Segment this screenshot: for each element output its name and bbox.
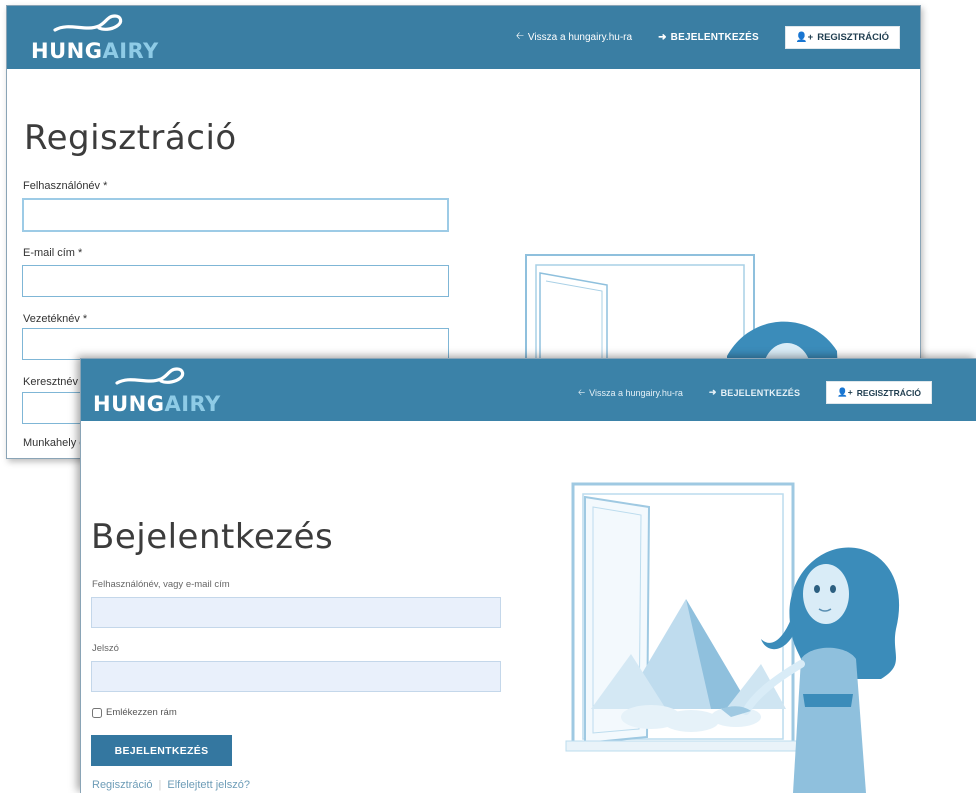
top-nav: 🡠 Vissza a hungairy.hu-ra ➜ BEJELENTKEZÉ… [578, 381, 932, 404]
logo-swoosh-icon [115, 367, 185, 385]
register-nav-button[interactable]: 👤+ REGISZTRÁCIÓ [826, 381, 932, 404]
hungairy-logo[interactable]: HUNGAIRY [89, 365, 220, 417]
header-bar: HUNGAIRY 🡠 Vissza a hungairy.hu-ra ➜ BEJ… [81, 359, 976, 421]
login-nav-link[interactable]: ➜ BEJELENTKEZÉS [709, 387, 800, 398]
workplace-label: Munkahely c [23, 437, 85, 449]
register-nav-button[interactable]: 👤+ REGISZTRÁCIÓ [784, 26, 900, 49]
page-title: Regisztráció [24, 118, 237, 158]
username-label: Felhasználónév * [23, 180, 108, 192]
register-nav-label: REGISZTRÁCIÓ [817, 32, 889, 43]
email-label: E-mail cím * [23, 247, 83, 259]
page-title: Bejelentkezés [91, 517, 334, 557]
logo-wordmark: HUNGAIRY [31, 39, 159, 63]
username-input[interactable] [91, 597, 501, 628]
remember-me-checkbox[interactable] [92, 707, 102, 718]
username-label: Felhasználónév, vagy e-mail cím [92, 579, 230, 590]
logo-text-hung: HUNG [31, 39, 103, 63]
user-plus-icon: 👤+ [795, 32, 814, 43]
link-separator: | [158, 779, 162, 791]
arrow-left-icon: 🡠 [577, 386, 586, 397]
hungairy-logo[interactable]: HUNGAIRY [27, 12, 158, 64]
forgot-password-link[interactable]: Elfelejtett jelszó? [167, 779, 250, 791]
register-nav-label: REGISZTRÁCIÓ [856, 387, 921, 398]
register-link[interactable]: Regisztráció [92, 779, 153, 791]
auth-links: Regisztráció | Elfelejtett jelszó? [92, 779, 250, 791]
password-input[interactable] [91, 661, 501, 692]
arrow-left-icon: 🡠 [515, 31, 524, 42]
window-woman-illustration [565, 482, 900, 793]
password-label: Jelszó [92, 643, 119, 654]
login-submit-button[interactable]: BEJELENTKEZÉS [91, 735, 232, 766]
logo-text-airy: AIRY [102, 39, 159, 63]
sign-in-icon: ➜ [708, 387, 717, 397]
back-to-site-label: Vissza a hungairy.hu-ra [527, 32, 633, 43]
logo-text-hung: HUNG [93, 392, 165, 416]
top-nav: 🡠 Vissza a hungairy.hu-ra ➜ BEJELENTKEZÉ… [516, 26, 900, 49]
login-window: HUNGAIRY 🡠 Vissza a hungairy.hu-ra ➜ BEJ… [80, 358, 976, 793]
lastname-input[interactable] [22, 328, 449, 360]
sign-in-icon: ➜ [658, 32, 667, 43]
login-nav-link[interactable]: ➜ BEJELENTKEZÉS [658, 32, 759, 43]
lastname-label: Vezetéknév * [23, 313, 88, 325]
remember-me-label: Emlékezzen rám [106, 707, 177, 718]
back-to-site-link[interactable]: 🡠 Vissza a hungairy.hu-ra [578, 385, 683, 401]
username-input[interactable] [22, 198, 449, 232]
user-plus-icon: 👤+ [837, 387, 853, 397]
logo-text-airy: AIRY [164, 392, 221, 416]
back-to-site-label: Vissza a hungairy.hu-ra [589, 387, 683, 398]
email-input[interactable] [22, 265, 449, 297]
logo-swoosh-icon [53, 14, 123, 32]
back-to-site-link[interactable]: 🡠 Vissza a hungairy.hu-ra [516, 29, 632, 46]
remember-me-row[interactable]: Emlékezzen rám [92, 707, 177, 718]
login-nav-label: BEJELENTKEZÉS [670, 32, 759, 43]
header-bar: HUNGAIRY 🡠 Vissza a hungairy.hu-ra ➜ BEJ… [7, 6, 920, 69]
logo-wordmark: HUNGAIRY [93, 392, 221, 416]
login-nav-label: BEJELENTKEZÉS [720, 387, 801, 398]
firstname-label: Keresztnév * [23, 376, 86, 388]
